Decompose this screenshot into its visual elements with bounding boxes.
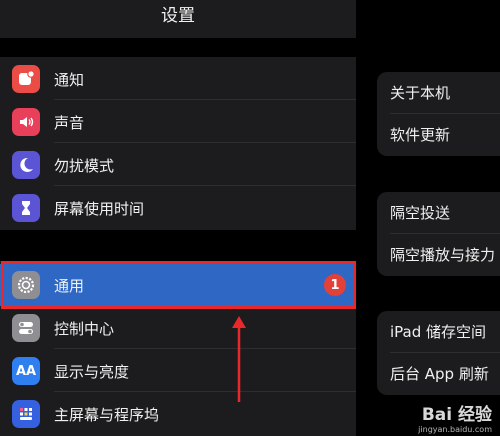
sidebar-item-label: 勿扰模式 bbox=[54, 156, 115, 175]
moon-icon bbox=[12, 151, 40, 179]
list-item-airdrop[interactable]: 隔空投送 bbox=[377, 192, 500, 234]
sidebar-item-sounds[interactable]: 声音 bbox=[0, 101, 356, 143]
divider bbox=[54, 185, 356, 186]
list-item-label: 后台 App 刷新 bbox=[390, 365, 489, 383]
section-gap bbox=[0, 230, 356, 261]
notification-icon bbox=[12, 65, 40, 93]
arrow-up-icon bbox=[232, 316, 246, 402]
list-item-about[interactable]: 关于本机 bbox=[377, 72, 500, 114]
list-item-label: 隔空投送 bbox=[390, 204, 451, 222]
about-group: 关于本机 软件更新 bbox=[377, 72, 500, 156]
sidebar-item-label: 声音 bbox=[54, 113, 85, 132]
page-title: 设置 bbox=[161, 6, 195, 26]
toggles-icon bbox=[12, 314, 40, 342]
settings-sidebar: 设置 通知 声音 勿扰模式 屏幕使用时间 通用 1 控制中心 AA 显示与亮度 … bbox=[0, 0, 356, 436]
hourglass-icon bbox=[12, 194, 40, 222]
list-item-software-update[interactable]: 软件更新 bbox=[377, 114, 500, 156]
divider bbox=[54, 348, 356, 349]
list-item-label: iPad 储存空间 bbox=[390, 323, 487, 341]
sidebar-item-label: 主屏幕与程序坞 bbox=[54, 405, 160, 424]
speaker-icon bbox=[12, 108, 40, 136]
airdrop-group: 隔空投送 隔空播放与接力 bbox=[377, 192, 500, 276]
storage-group: iPad 储存空间 后台 App 刷新 bbox=[377, 311, 500, 395]
detail-pane: 关于本机 软件更新 隔空投送 隔空播放与接力 iPad 储存空间 后台 App … bbox=[357, 0, 500, 436]
list-item-label: 软件更新 bbox=[390, 126, 451, 144]
sidebar-item-label: 通知 bbox=[54, 70, 85, 89]
baidu-watermark: Bai 经验 jingyan.baidu.com bbox=[418, 400, 492, 434]
divider bbox=[54, 391, 356, 392]
sidebar-item-home-screen-dock[interactable]: 主屏幕与程序坞 bbox=[0, 393, 356, 435]
sidebar-item-notifications[interactable]: 通知 bbox=[0, 58, 356, 100]
sidebar-item-general[interactable]: 通用 1 bbox=[0, 264, 356, 306]
notification-badge: 1 bbox=[324, 274, 346, 296]
list-item-airplay-handoff[interactable]: 隔空播放与接力 bbox=[377, 234, 500, 276]
sidebar-item-label: 通用 bbox=[54, 276, 85, 295]
list-item-ipad-storage[interactable]: iPad 储存空间 bbox=[377, 311, 500, 353]
watermark-url: jingyan.baidu.com bbox=[418, 425, 492, 434]
sidebar-item-do-not-disturb[interactable]: 勿扰模式 bbox=[0, 144, 356, 186]
text-size-icon: AA bbox=[12, 357, 40, 385]
gear-icon bbox=[12, 271, 40, 299]
divider bbox=[54, 99, 356, 100]
sidebar-item-label: 控制中心 bbox=[54, 319, 115, 338]
list-item-background-app-refresh[interactable]: 后台 App 刷新 bbox=[377, 353, 500, 395]
grid-icon bbox=[12, 400, 40, 428]
watermark-logo: Bai 经验 bbox=[421, 405, 492, 425]
sidebar-item-control-center[interactable]: 控制中心 bbox=[0, 307, 356, 349]
divider bbox=[54, 142, 356, 143]
section-gap bbox=[0, 38, 356, 57]
list-item-label: 关于本机 bbox=[390, 84, 451, 102]
sidebar-item-label: 屏幕使用时间 bbox=[54, 199, 145, 218]
sidebar-item-label: 显示与亮度 bbox=[54, 362, 130, 381]
list-item-label: 隔空播放与接力 bbox=[390, 246, 496, 264]
sidebar-item-screen-time[interactable]: 屏幕使用时间 bbox=[0, 187, 356, 229]
sidebar-item-display-brightness[interactable]: AA 显示与亮度 bbox=[0, 350, 356, 392]
